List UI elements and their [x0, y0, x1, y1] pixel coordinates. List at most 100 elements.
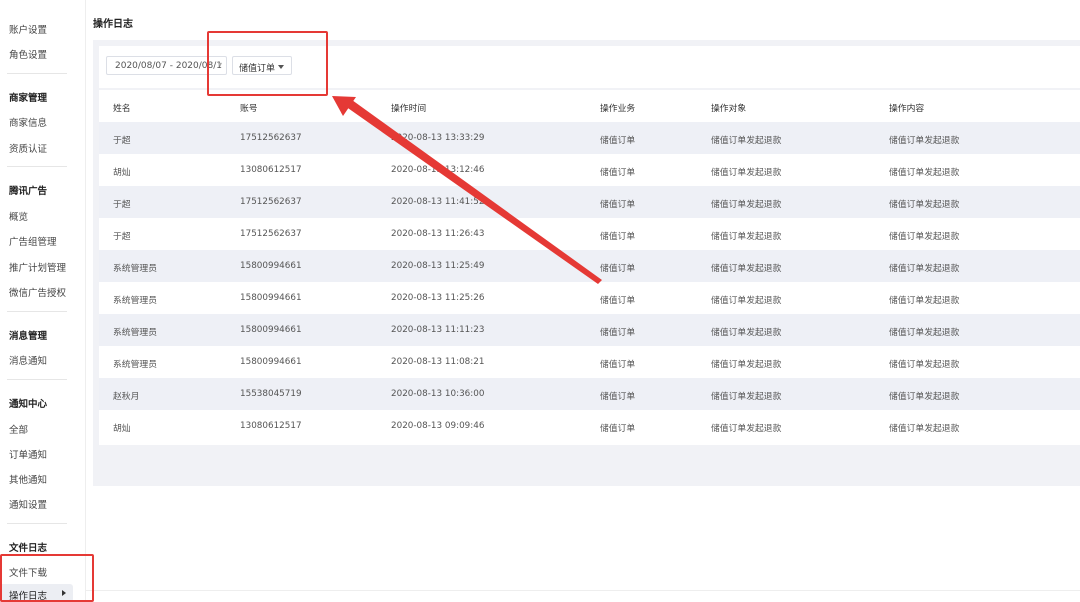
cell-time: 2020-08-13 09:09:46 [391, 421, 485, 431]
sidebar-item-wechat-ads-auth[interactable]: 微信广告授权 [9, 285, 66, 299]
cell-business: 储值订单 [600, 424, 636, 434]
column-header-content: 操作内容 [889, 104, 925, 114]
cell-content: 储值订单发起退款 [889, 392, 960, 402]
cell-name: 系统管理员 [113, 360, 157, 370]
cell-account: 13080612517 [240, 421, 302, 431]
cell-account: 17512562637 [240, 197, 302, 207]
sidebar-section-file-log: 文件日志 [9, 543, 48, 554]
sidebar-item-merchant-info[interactable]: 商家信息 [9, 115, 47, 129]
table-row[interactable]: 系统管理员 15800994661 2020-08-13 11:08:21 储值… [99, 346, 1080, 378]
cell-object: 储值订单发起退款 [711, 296, 782, 306]
cell-object: 储值订单发起退款 [711, 136, 782, 146]
sidebar-section-merchant: 商家管理 [9, 93, 48, 104]
cell-time: 2020-08-13 13:12:46 [391, 165, 485, 175]
cell-account: 15800994661 [240, 325, 302, 335]
sidebar-item-all[interactable]: 全部 [9, 422, 28, 436]
table-row[interactable]: 胡灿 13080612517 2020-08-13 09:09:46 储值订单 … [99, 410, 1080, 442]
cell-account: 15800994661 [240, 293, 302, 303]
sidebar-divider [7, 166, 67, 167]
column-header-name: 姓名 [113, 104, 131, 114]
cell-account: 17512562637 [240, 229, 302, 239]
cell-business: 储值订单 [600, 360, 636, 370]
cell-time: 2020-08-13 11:25:49 [391, 261, 485, 271]
sidebar-item-other-notify[interactable]: 其他通知 [9, 472, 47, 486]
cell-business: 储值订单 [600, 264, 636, 274]
cell-object: 储值订单发起退款 [711, 328, 782, 338]
cell-object: 储值订单发起退款 [711, 264, 782, 274]
cell-business: 储值订单 [600, 232, 636, 242]
cell-business: 储值订单 [600, 168, 636, 178]
cell-object: 储值订单发起退款 [711, 168, 782, 178]
sidebar-item-order-notify[interactable]: 订单通知 [9, 447, 47, 461]
cell-object: 储值订单发起退款 [711, 424, 782, 434]
cell-name: 于超 [113, 200, 131, 210]
sidebar-item-message-notify[interactable]: 消息通知 [9, 353, 47, 367]
divider [86, 590, 1080, 591]
sidebar-item-notify-settings[interactable]: 通知设置 [9, 497, 47, 511]
column-header-object: 操作对象 [711, 104, 747, 114]
cell-name: 赵秋月 [113, 392, 140, 402]
cell-name: 于超 [113, 136, 131, 146]
table-row[interactable]: 系统管理员 15800994661 2020-08-13 11:25:49 储值… [99, 250, 1080, 282]
sidebar-section-tencent-ads: 腾讯广告 [9, 186, 48, 197]
cell-name: 胡灿 [113, 168, 131, 178]
operation-log-table: 姓名 账号 操作时间 操作业务 操作对象 操作内容 于超 17512562637… [99, 90, 1080, 445]
sidebar-item-adgroup[interactable]: 广告组管理 [9, 234, 57, 248]
cell-business: 储值订单 [600, 200, 636, 210]
cell-content: 储值订单发起退款 [889, 168, 960, 178]
sidebar-item-qualification[interactable]: 资质认证 [9, 141, 47, 155]
cell-content: 储值订单发起退款 [889, 200, 960, 210]
cell-time: 2020-08-13 11:25:26 [391, 293, 485, 303]
cell-content: 储值订单发起退款 [889, 424, 960, 434]
cell-business: 储值订单 [600, 136, 636, 146]
table-row[interactable]: 赵秋月 15538045719 2020-08-13 10:36:00 储值订单… [99, 378, 1080, 410]
cell-business: 储值订单 [600, 328, 636, 338]
table-row[interactable]: 于超 17512562637 2020-08-13 11:41:52 储值订单 … [99, 186, 1080, 218]
sidebar-item-role-settings[interactable]: 角色设置 [9, 47, 47, 61]
table-row[interactable]: 系统管理员 15800994661 2020-08-13 11:25:26 储值… [99, 282, 1080, 314]
cell-account: 17512562637 [240, 133, 302, 143]
cell-account: 13080612517 [240, 165, 302, 175]
page-title: 操作日志 [93, 19, 133, 30]
cell-time: 2020-08-13 10:36:00 [391, 389, 485, 399]
cell-content: 储值订单发起退款 [889, 328, 960, 338]
cell-account: 15800994661 [240, 261, 302, 271]
column-header-time: 操作时间 [391, 104, 427, 114]
cell-name: 于超 [113, 232, 131, 242]
sidebar-item-campaign[interactable]: 推广计划管理 [9, 260, 66, 274]
highlight-box-sidebar [0, 554, 94, 602]
cell-name: 系统管理员 [113, 296, 157, 306]
cell-content: 储值订单发起退款 [889, 296, 960, 306]
cell-business: 储值订单 [600, 392, 636, 402]
sidebar-divider [7, 311, 67, 312]
sidebar-divider [7, 73, 67, 74]
cell-object: 储值订单发起退款 [711, 392, 782, 402]
table-row[interactable]: 胡灿 13080612517 2020-08-13 13:12:46 储值订单 … [99, 154, 1080, 186]
cell-content: 储值订单发起退款 [889, 232, 960, 242]
highlight-box-filter [207, 31, 328, 96]
cell-time: 2020-08-13 11:26:43 [391, 229, 485, 239]
sidebar-section-notify-center: 通知中心 [9, 399, 48, 410]
column-header-business: 操作业务 [600, 104, 636, 114]
cell-content: 储值订单发起退款 [889, 136, 960, 146]
cell-content: 储值订单发起退款 [889, 264, 960, 274]
sidebar-divider [7, 379, 67, 380]
cell-name: 胡灿 [113, 424, 131, 434]
table-row[interactable]: 于超 17512562637 2020-08-13 13:33:29 储值订单 … [99, 122, 1080, 154]
sidebar-item-account-settings[interactable]: 账户设置 [9, 22, 47, 36]
cell-business: 储值订单 [600, 296, 636, 306]
cell-account: 15800994661 [240, 357, 302, 367]
sidebar: 账户设置 角色设置 商家管理 商家信息 资质认证 腾讯广告 概览 广告组管理 推… [0, 0, 86, 602]
table-row[interactable]: 系统管理员 15800994661 2020-08-13 11:11:23 储值… [99, 314, 1080, 346]
date-range-value: 2020/08/07 - 2020/08/1 [115, 61, 222, 71]
cell-object: 储值订单发起退款 [711, 360, 782, 370]
cell-time: 2020-08-13 11:41:52 [391, 197, 485, 207]
sidebar-divider [7, 523, 67, 524]
cell-name: 系统管理员 [113, 264, 157, 274]
cell-time: 2020-08-13 11:08:21 [391, 357, 485, 367]
column-header-account: 账号 [240, 104, 258, 114]
sidebar-item-overview[interactable]: 概览 [9, 209, 28, 223]
table-row[interactable]: 于超 17512562637 2020-08-13 11:26:43 储值订单 … [99, 218, 1080, 250]
cell-time: 2020-08-13 11:11:23 [391, 325, 485, 335]
cell-name: 系统管理员 [113, 328, 157, 338]
